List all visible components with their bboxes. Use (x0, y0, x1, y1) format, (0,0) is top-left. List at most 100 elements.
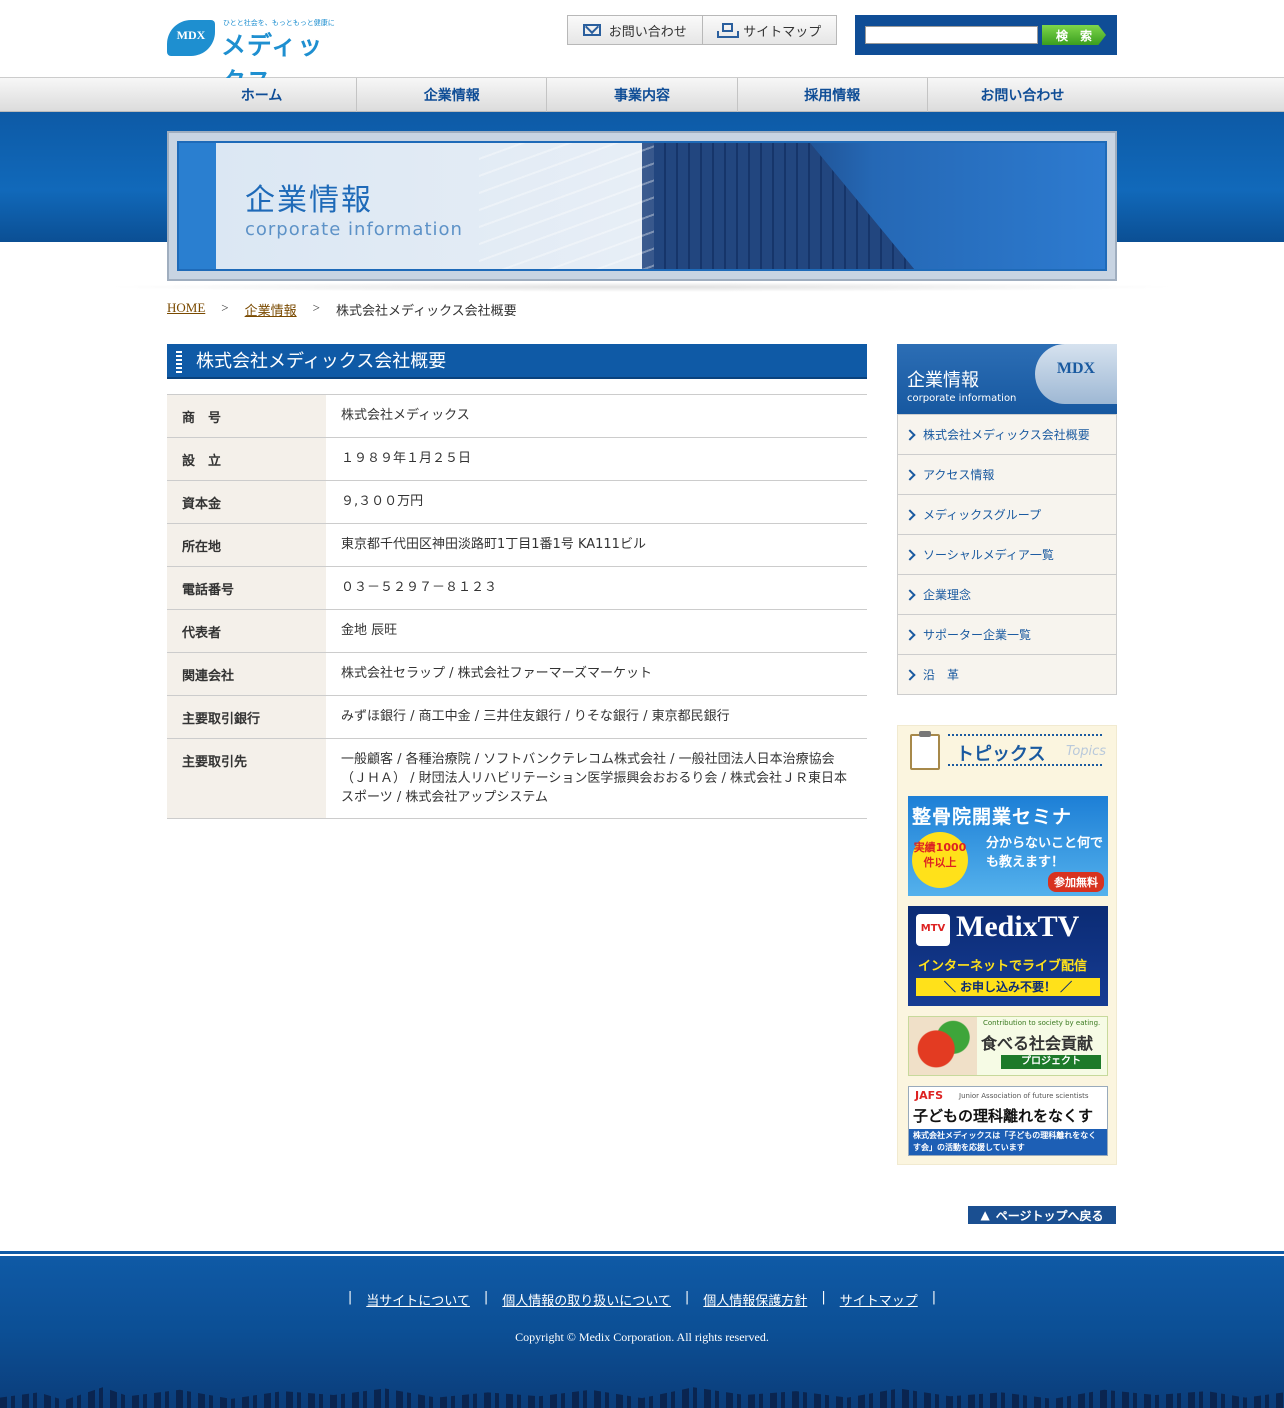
header-contact-label: お問い合わせ (608, 24, 687, 40)
sidebar-item-label: ソーシャルメディア一覧 (923, 548, 1054, 562)
food-contribution-banner[interactable]: Contribution to society by eating. 食べる社会… (908, 1016, 1108, 1076)
hero-building (654, 143, 914, 269)
sidebar-item[interactable]: ソーシャルメディア一覧 (898, 534, 1116, 574)
arrow-right-icon (904, 468, 916, 481)
arrow-right-icon (904, 428, 916, 441)
nav-business[interactable]: 事業内容 (547, 78, 738, 112)
mail-icon (582, 24, 601, 36)
jafs-logo: JAFS (915, 1089, 944, 1102)
food-banner-title: 食べる社会貢献 (981, 1034, 1094, 1053)
footer-link[interactable]: 個人情報保護方針 (703, 1290, 807, 1309)
row-label: 代表者 (167, 609, 326, 653)
row-value: 金地 辰旺 (326, 609, 867, 653)
sidebar-item-label: 企業理念 (923, 588, 972, 602)
sidebar-header: MDX 企業情報 corporate information (897, 344, 1117, 414)
breadcrumb-current: 株式会社メディックス会社概要 (335, 303, 517, 318)
breadcrumb-home[interactable]: HOME (167, 300, 205, 319)
footer-link[interactable]: サイトマップ (840, 1290, 918, 1309)
search-input[interactable] (865, 26, 1038, 44)
row-value: 株式会社メディックス (326, 394, 867, 438)
hero-banner: 企業情報 corporate information (167, 131, 1117, 281)
jafs-banner-note: 株式会社メディックスは「子どもの理科離れをなくす会」の活動を応援しています (909, 1129, 1107, 1155)
page-top-label: ページトップへ戻る (995, 1208, 1104, 1223)
header-links: お問い合わせ サイトマップ (567, 15, 837, 45)
sidebar-menu: 株式会社メディックス会社概要アクセス情報メディックスグループ ソーシャルメディア一… (897, 414, 1117, 695)
sitemap-icon (717, 23, 740, 38)
topics-title: トピックス (956, 744, 1046, 765)
hero-title: 企業情報 (245, 183, 373, 218)
sidebar-item[interactable]: 企業理念 (898, 574, 1116, 614)
footer-links: | 当サイトについて | 個人情報の取り扱いについて | 個人情報保護方針 | サイトマップ | (0, 1290, 1284, 1309)
jafs-banner[interactable]: JAFS Junior Association of future scient… (908, 1086, 1108, 1156)
sidebar-logo-badge: MDX (1035, 344, 1117, 404)
footer-link[interactable]: 個人情報の取り扱いについて (502, 1290, 671, 1309)
food-banner-en: Contribution to society by eating. (983, 1019, 1101, 1027)
food-banner-tag: プロジェクト (1001, 1055, 1101, 1069)
breadcrumb-separator: > (221, 300, 229, 315)
row-value: みずほ銀行 / 商工中金 / 三井住友銀行 / りそな銀行 / 東京都民銀行 (326, 695, 867, 739)
seminar-banner-title: 整骨院開業セミナ (912, 806, 1073, 828)
search-button[interactable]: 検 索 (1042, 25, 1106, 45)
jafs-banner-en: Junior Association of future scientists (959, 1092, 1089, 1100)
topics-box: トピックス Topics 整骨院開業セミナ 実績1000件以上 分からないこと何… (897, 725, 1117, 1165)
page-top-button[interactable]: ▲ ページトップへ戻る (968, 1206, 1116, 1224)
row-label: 所在地 (167, 523, 326, 567)
header-contact-link[interactable]: お問い合わせ (568, 16, 702, 44)
table-row: 主要取引先 一般顧客 / 各種治療院 / ソフトバンクテレコム株式会社 / 一般社… (167, 738, 867, 819)
copyright: Copyright © Medix Corporation. All right… (515, 1330, 769, 1344)
header-sitemap-label: サイトマップ (743, 24, 822, 40)
sidebar-item[interactable]: 沿 革 (898, 654, 1116, 694)
nav-corporate[interactable]: 企業情報 (357, 78, 548, 112)
sidebar-item-label: アクセス情報 (923, 468, 995, 482)
medixtv-banner-title: MedixTV (956, 910, 1080, 943)
vegetables-image (909, 1017, 977, 1075)
sidebar-item-label: メディックスグループ (923, 508, 1042, 522)
nav-home[interactable]: ホーム (167, 78, 358, 112)
search-box: 検 索 (855, 15, 1117, 55)
sidebar-item-label: 沿 革 (923, 668, 960, 682)
sidebar-item[interactable]: 株式会社メディックス会社概要 (898, 414, 1116, 454)
table-row: 代表者 金地 辰旺 (167, 609, 867, 653)
table-row: 商 号株式会社メディックス (167, 394, 867, 438)
hero-subtitle: corporate information (245, 219, 463, 240)
row-value: 株式会社セラップ / 株式会社ファーマーズマーケット (326, 652, 867, 696)
footer-link[interactable]: 当サイトについて (366, 1290, 470, 1309)
seminar-banner[interactable]: 整骨院開業セミナ 実績1000件以上 分からないこと何でも教えます！ 参加無料 (908, 796, 1108, 896)
breadcrumb-separator: > (312, 300, 320, 315)
company-profile-table: 商 号株式会社メディックス設 立 １９８９年１月２５日 資本金 ９,３００万円 所在地東… (167, 394, 867, 819)
footer-separator: | (347, 1290, 353, 1305)
sidebar-item[interactable]: サポーター企業一覧 (898, 614, 1116, 654)
footer-separator: | (931, 1290, 937, 1305)
sidebar-title: 企業情報 (907, 370, 979, 391)
topics-divider (948, 764, 1102, 766)
page-title: 株式会社メディックス会社概要 (167, 344, 867, 379)
medixtv-banner[interactable]: MTV MedixTV インターネットでライブ配信 ＼ お申し込み不要！ ／ (908, 906, 1108, 1006)
table-row: 電話番号 ０３－５２９７－８１２３ (167, 566, 867, 610)
breadcrumb-corporate[interactable]: 企業情報 (245, 300, 297, 319)
seminar-banner-badge: 実績1000件以上 (912, 832, 968, 888)
medixtv-banner-bar: ＼ お申し込み不要！ ／ (916, 978, 1100, 996)
sidebar: MDX 企業情報 corporate information 株式会社メディック… (897, 344, 1117, 1165)
footer-separator: | (684, 1290, 690, 1305)
header-sitemap-link[interactable]: サイトマップ (701, 16, 837, 44)
row-value: ９,３００万円 (326, 480, 867, 524)
arrow-right-icon (904, 628, 916, 641)
sidebar-subtitle: corporate information (907, 393, 1017, 404)
site-logo[interactable]: MDX ひとと社会を、もっともっと健康に メディックス (167, 18, 337, 96)
arrow-right-icon (904, 548, 916, 561)
main-content: 株式会社メディックス会社概要 商 号株式会社メディックス設 立 １９８９年１月２５… (167, 344, 867, 819)
sidebar-item[interactable]: アクセス情報 (898, 454, 1116, 494)
table-row: 主要取引銀行 みずほ銀行 / 商工中金 / 三井住友銀行 / りそな銀行 / 東京… (167, 695, 867, 739)
row-value: 東京都千代田区神田淡路町1丁目1番1号 KA111ビル (326, 523, 867, 567)
topics-divider (948, 734, 1102, 736)
sidebar-item[interactable]: メディックスグループ (898, 494, 1116, 534)
row-value: 一般顧客 / 各種治療院 / ソフトバンクテレコム株式会社 / 一般社団法人日本… (326, 738, 867, 819)
site-header: MDX ひとと社会を、もっともっと健康に メディックス お問い合わせ サイトマッ… (0, 0, 1284, 96)
row-label: 資本金 (167, 480, 326, 524)
clipboard-icon (910, 731, 940, 770)
seminar-banner-text: 分からないこと何でも教えます！ (986, 836, 1104, 870)
nav-contact[interactable]: お問い合わせ (928, 78, 1117, 112)
mtv-logo-icon: MTV (916, 914, 950, 946)
breadcrumb: HOME > 企業情報 > 株式会社メディックス会社概要 (167, 300, 517, 319)
nav-recruit[interactable]: 採用情報 (738, 78, 928, 112)
